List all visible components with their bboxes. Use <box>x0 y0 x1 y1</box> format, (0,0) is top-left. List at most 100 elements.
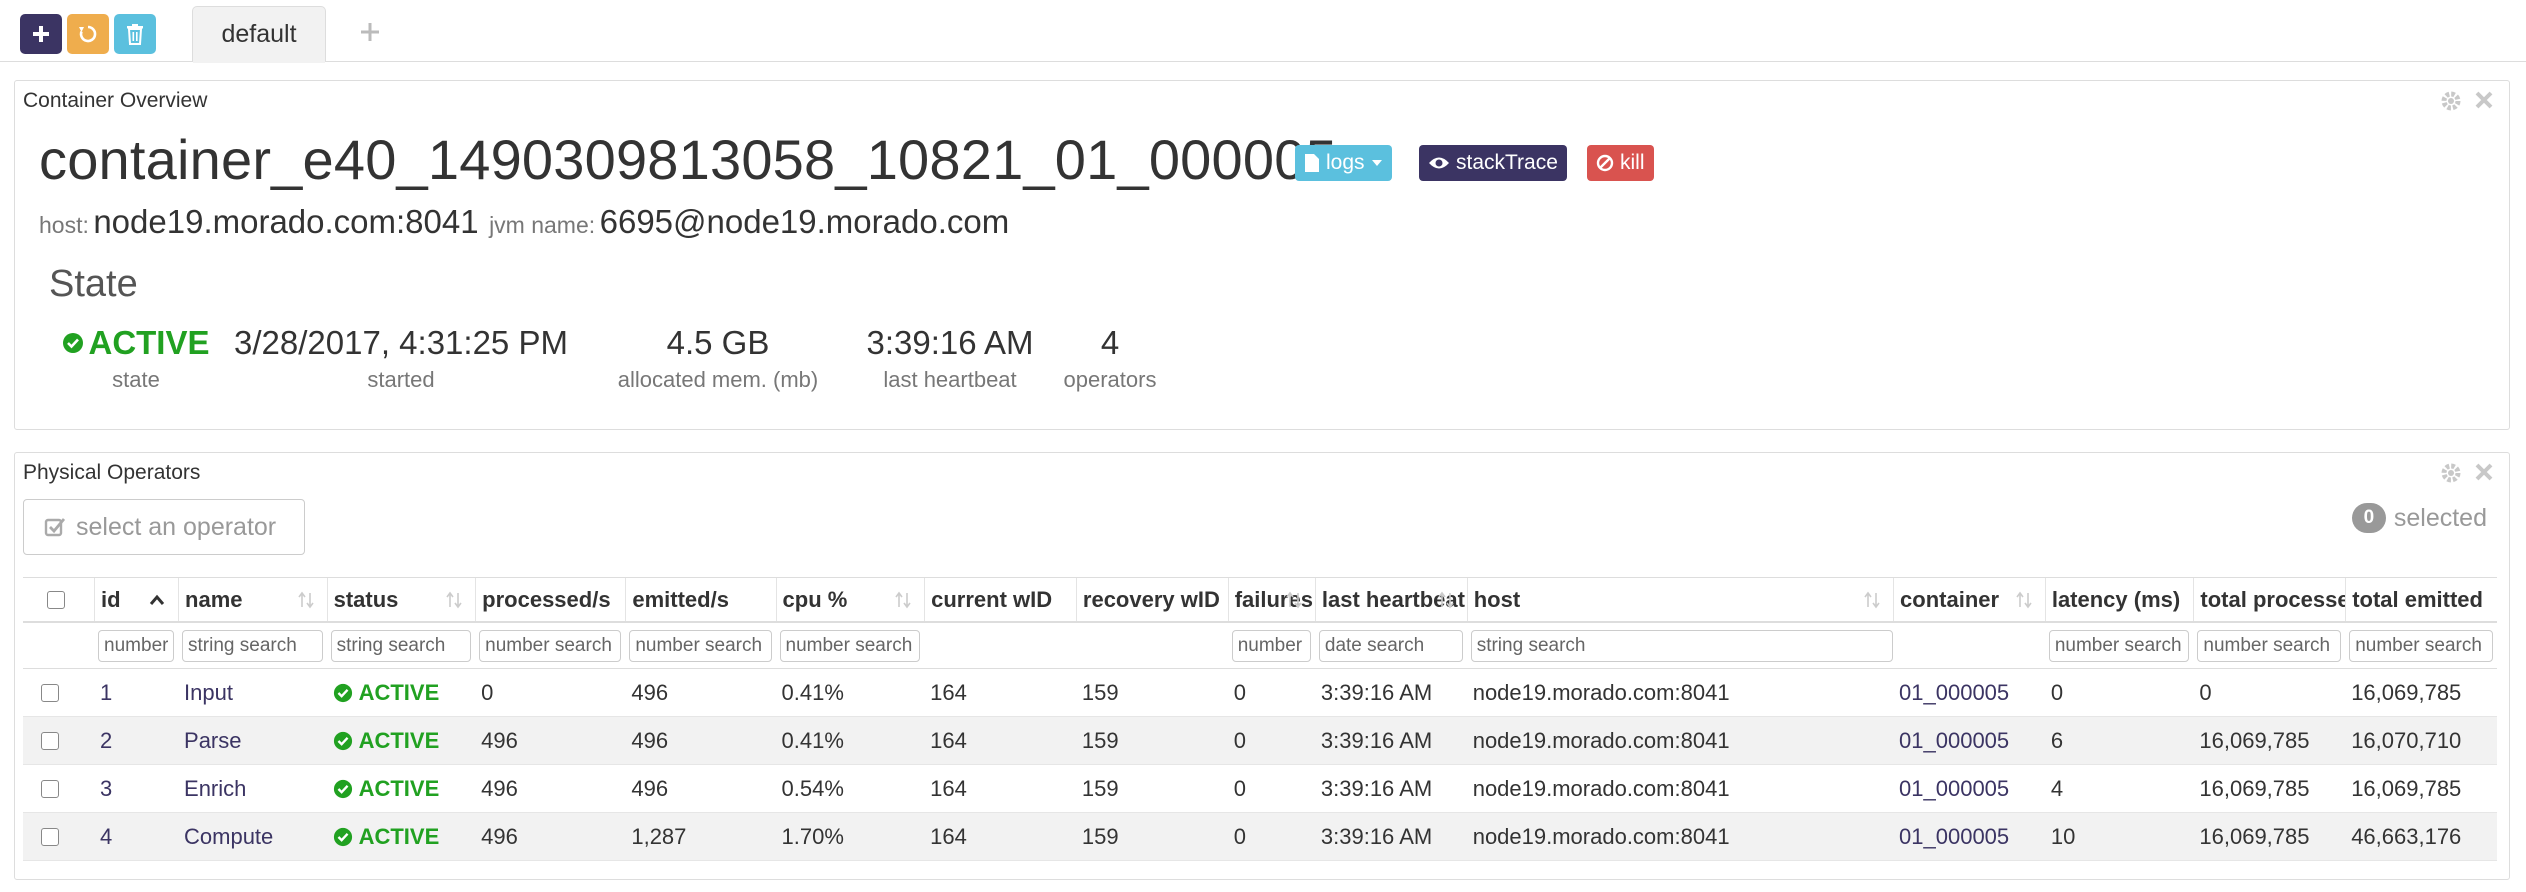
sort-icon[interactable] <box>894 590 912 610</box>
column-header[interactable]: recovery wID <box>1075 578 1228 621</box>
column-header[interactable]: total processed <box>2193 578 2345 621</box>
panel-controls <box>2439 461 2495 485</box>
sort-icon[interactable] <box>1285 590 1303 610</box>
column-filter-input[interactable] <box>2197 629 2342 662</box>
kill-button[interactable]: kill <box>1587 145 1654 181</box>
sort-icon[interactable] <box>445 590 463 610</box>
container-link[interactable]: 01_000005 <box>1899 728 2009 754</box>
column-filter-cell <box>625 623 775 668</box>
table-cell: 164 <box>924 813 1076 860</box>
container-link[interactable]: 01_000005 <box>1899 776 2009 802</box>
delete-dashboard-button[interactable] <box>114 14 156 54</box>
column-header[interactable]: current wID <box>924 578 1076 621</box>
table-cell: node19.morado.com:8041 <box>1467 813 1893 860</box>
column-header[interactable]: status <box>326 578 476 621</box>
row-checkbox[interactable] <box>41 827 59 846</box>
column-filter-input[interactable] <box>2048 629 2190 662</box>
status-text: ACTIVE <box>358 775 440 801</box>
table-cell-value: 496 <box>481 727 518 753</box>
table-cell-value: 10 <box>2050 823 2076 849</box>
table-cell: 0 <box>1228 765 1315 812</box>
operator-name-link[interactable]: Input <box>184 680 233 706</box>
logs-dropdown[interactable]: logs <box>1295 145 1392 181</box>
table-row[interactable]: 1 Input ACTIVE 0 496 0.41% 164 159 0 3:39:16 AM no… <box>23 669 2497 717</box>
column-header[interactable]: name <box>178 578 327 621</box>
table-cell: 164 <box>924 669 1076 716</box>
check-circle-icon <box>333 683 352 702</box>
column-header[interactable]: failures <box>1227 578 1315 621</box>
table-row[interactable]: 2 Parse ACTIVE 496 496 0.41% 164 159 0 3:39:16 AM… <box>23 717 2497 765</box>
column-header[interactable]: last heartbeat <box>1314 578 1467 621</box>
operator-id-link[interactable]: 1 <box>100 680 112 706</box>
operator-id-link[interactable]: 2 <box>100 728 112 754</box>
sort-ascending-icon[interactable] <box>148 590 166 610</box>
select-all-checkbox-header[interactable] <box>23 578 94 621</box>
column-header[interactable]: cpu % <box>775 578 925 621</box>
container-link[interactable]: 01_000005 <box>1899 680 2009 706</box>
stack-trace-button[interactable]: stackTrace <box>1419 145 1567 181</box>
status-text: ACTIVE <box>358 679 440 705</box>
gear-icon[interactable] <box>2439 89 2463 113</box>
column-header-label: emitted/s <box>632 586 729 612</box>
column-header[interactable]: latency (ms) <box>2044 578 2194 621</box>
column-header[interactable]: emitted/s <box>625 578 775 621</box>
column-header[interactable]: processed/s <box>475 578 625 621</box>
gear-icon[interactable] <box>2439 461 2463 485</box>
select-operator-button[interactable]: select an operator <box>23 499 305 555</box>
column-filter-input[interactable] <box>182 629 323 662</box>
table-cell-value: 0.41% <box>781 727 844 753</box>
table-row[interactable]: 3 Enrich ACTIVE 496 496 0.54% 164 159 0 3:39:16 A… <box>23 765 2497 813</box>
sort-icon[interactable] <box>297 590 315 610</box>
column-filter-input[interactable] <box>98 629 175 662</box>
table-cell-value: 0 <box>2050 679 2064 705</box>
table-cell-value: 159 <box>1081 775 1119 801</box>
column-filter-input[interactable] <box>1318 629 1463 662</box>
close-icon[interactable] <box>2473 461 2495 483</box>
table-cell-value: 1.70% <box>781 823 844 849</box>
table-cell: 2 <box>94 717 178 764</box>
status-cell: ACTIVE <box>327 765 476 812</box>
table-cell-value: 46,663,176 <box>2351 823 2462 849</box>
tab-default[interactable]: default <box>192 6 326 62</box>
status-cell: ACTIVE <box>327 669 476 716</box>
table-cell: 01_000005 <box>1893 717 2045 764</box>
operator-name-link[interactable]: Enrich <box>184 776 246 802</box>
column-header[interactable]: container <box>1893 578 2045 621</box>
column-filter-input[interactable] <box>330 629 472 662</box>
column-filter-input[interactable] <box>1470 629 1894 662</box>
row-select-cell <box>23 813 94 860</box>
row-checkbox[interactable] <box>41 683 59 702</box>
reset-layout-button[interactable] <box>67 14 109 54</box>
column-filter-cell <box>1076 623 1228 668</box>
close-icon[interactable] <box>2473 89 2495 111</box>
column-filter-input[interactable] <box>479 629 622 662</box>
operator-name-link[interactable]: Parse <box>184 728 241 754</box>
sort-icon[interactable] <box>1437 590 1455 610</box>
column-filter-input[interactable] <box>779 629 921 662</box>
add-widget-button[interactable] <box>20 14 62 54</box>
plus-icon <box>33 26 49 42</box>
row-checkbox[interactable] <box>41 731 59 750</box>
select-all-checkbox[interactable] <box>47 590 65 609</box>
column-filter-input[interactable] <box>1231 629 1311 662</box>
operator-name-link[interactable]: Compute <box>184 824 273 850</box>
sort-icon[interactable] <box>2015 590 2033 610</box>
operator-id-link[interactable]: 4 <box>100 824 112 850</box>
column-header[interactable]: host <box>1466 578 1893 621</box>
stat-heartbeat-value: 3:39:16 AM <box>866 324 1034 361</box>
sort-icon[interactable] <box>1863 590 1881 610</box>
table-cell-value: 3:39:16 AM <box>1320 775 1433 801</box>
operator-id-link[interactable]: 3 <box>100 776 112 802</box>
container-link[interactable]: 01_000005 <box>1899 824 2009 850</box>
row-checkbox[interactable] <box>41 779 59 798</box>
column-filter-cell <box>327 623 476 668</box>
file-icon <box>1305 154 1319 172</box>
column-header[interactable]: total emitted <box>2345 578 2497 621</box>
table-row[interactable]: 4 Compute ACTIVE 496 1,287 1.70% 164 159 0 3:39:1… <box>23 813 2497 861</box>
add-tab-button[interactable] <box>352 12 388 52</box>
column-filter-input[interactable] <box>629 629 772 662</box>
column-header[interactable]: id <box>94 578 178 621</box>
column-filter-cell <box>1467 623 1894 668</box>
stat-started: 3/28/2017, 4:31:25 PM started <box>225 321 577 393</box>
column-filter-input[interactable] <box>2349 629 2493 662</box>
